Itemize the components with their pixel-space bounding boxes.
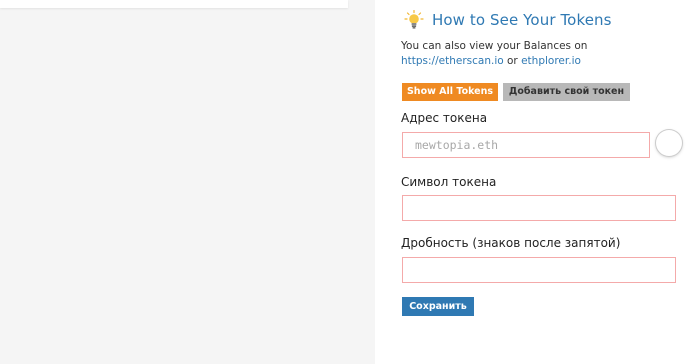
balances-info-text: You can also view your Balances on (401, 40, 588, 52)
or-text: or (503, 55, 522, 67)
add-custom-token-button[interactable]: Добавить свой токен (503, 83, 630, 101)
left-panel (0, 0, 348, 8)
token-decimals-label: Дробность (знаков после запятой) (401, 236, 621, 250)
token-decimals-input[interactable] (402, 257, 676, 283)
token-address-label: Адрес токена (401, 111, 488, 125)
token-symbol-input[interactable] (402, 195, 676, 221)
address-identicon (656, 130, 682, 156)
balances-info-links: https://etherscan.io or ethplorer.io (401, 55, 581, 67)
etherscan-link[interactable]: https://etherscan.io (401, 55, 504, 67)
tokens-heading: How to See Your Tokens (404, 10, 612, 30)
show-all-tokens-button[interactable]: Show All Tokens (402, 83, 498, 101)
lightbulb-icon (404, 10, 424, 29)
token-address-input[interactable] (402, 132, 650, 158)
token-symbol-label: Символ токена (401, 175, 497, 189)
tokens-heading-text: How to See Your Tokens (432, 11, 612, 29)
ethplorer-link[interactable]: ethplorer.io (521, 55, 581, 67)
add-token-panel: How to See Your Tokens You can also view… (375, 0, 700, 364)
save-button[interactable]: Сохранить (402, 297, 474, 316)
